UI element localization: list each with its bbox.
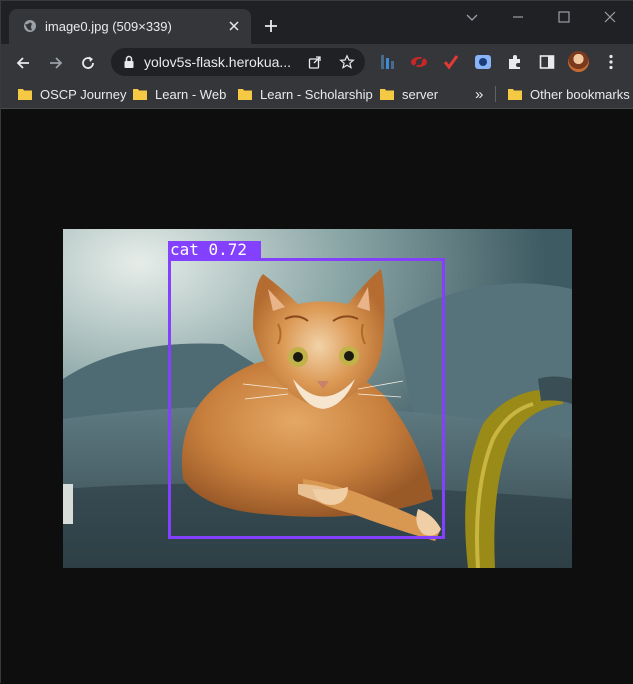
lock-icon[interactable]: [123, 55, 135, 69]
reload-icon[interactable]: [79, 54, 97, 72]
bookmark-label: server: [402, 86, 439, 102]
minimize-icon[interactable]: [510, 9, 526, 25]
bookmarks-divider: [495, 86, 496, 102]
chevron-down-icon[interactable]: [464, 9, 480, 25]
forward-icon[interactable]: [47, 54, 65, 72]
detection-label-text: cat 0.72: [170, 240, 248, 259]
address-bar[interactable]: yolov5s-flask.herokua...: [111, 48, 365, 76]
tab-strip: image0.jpg (509×339): [1, 1, 633, 44]
maximize-icon[interactable]: [556, 9, 572, 25]
avatar[interactable]: [568, 51, 589, 72]
extension-icon[interactable]: [410, 53, 428, 71]
close-icon[interactable]: [602, 9, 618, 25]
bookmark-label: Learn - Scholarship: [260, 86, 373, 102]
folder-icon: [380, 89, 394, 100]
bookmark-server[interactable]: server: [380, 85, 438, 103]
side-panel-icon[interactable]: [538, 53, 556, 71]
url-text: yolov5s-flask.herokua...: [144, 54, 292, 70]
bookmark-learn-web[interactable]: Learn - Web: [133, 85, 226, 103]
tab-title: image0.jpg (509×339): [45, 19, 172, 34]
extension-icon[interactable]: [474, 53, 492, 71]
plus-icon[interactable]: [263, 18, 279, 34]
globe-icon: [24, 20, 36, 32]
bookmark-label: OSCP Journey: [40, 86, 127, 102]
bookmarks-overflow-button[interactable]: »: [475, 85, 483, 103]
bookmark-label: Other bookmarks: [530, 86, 630, 102]
star-icon[interactable]: [339, 54, 355, 70]
browser-window: image0.jpg (509×339) yolov5s-flask.herok…: [0, 0, 633, 684]
extension-icon[interactable]: [442, 53, 460, 71]
bookmarks-bar: OSCP Journey Learn - Web Learn - Scholar…: [1, 80, 633, 109]
menu-icon[interactable]: [602, 53, 620, 71]
folder-icon: [133, 89, 147, 100]
share-icon[interactable]: [307, 54, 323, 70]
bookmark-other-bookmarks[interactable]: Other bookmarks: [508, 85, 630, 103]
bookmark-oscp-journey[interactable]: OSCP Journey: [18, 85, 126, 103]
back-icon[interactable]: [14, 54, 32, 72]
bookmark-label: Learn - Web: [155, 86, 227, 102]
detection-label: cat 0.72: [168, 241, 261, 259]
detection-bounding-box: [168, 258, 445, 539]
extension-icon[interactable]: [378, 53, 396, 71]
tab-image[interactable]: image0.jpg (509×339): [9, 9, 251, 44]
folder-icon: [508, 89, 522, 100]
folder-icon: [18, 89, 32, 100]
puzzle-icon[interactable]: [506, 53, 524, 71]
close-icon[interactable]: [227, 19, 241, 33]
overflow-label: »: [475, 85, 484, 103]
folder-icon: [238, 89, 252, 100]
bookmark-learn-scholarship[interactable]: Learn - Scholarship: [238, 85, 373, 103]
